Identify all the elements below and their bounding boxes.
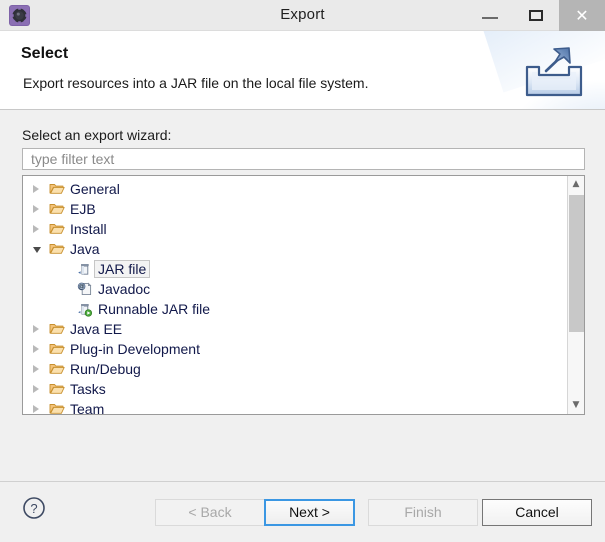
folder-icon <box>49 241 65 257</box>
page-title: Select <box>21 45 69 62</box>
tree-item-runnable-jar-file[interactable]: Runnable JAR file <box>23 299 564 319</box>
tree-item-label: Runnable JAR file <box>98 301 211 317</box>
folder-icon <box>49 361 65 377</box>
tree-item-label: Java EE <box>70 321 123 337</box>
twisty-collapsed-icon[interactable] <box>33 225 39 233</box>
folder-icon <box>49 341 65 357</box>
folder-icon <box>49 221 65 237</box>
twisty-collapsed-icon[interactable] <box>33 405 39 413</box>
twisty-collapsed-icon[interactable] <box>33 185 39 193</box>
tree-item-javadoc[interactable]: @ Javadoc <box>23 279 564 299</box>
wizard-body: Select an export wizard: General EJB Insta… <box>0 110 605 481</box>
svg-text:@: @ <box>79 285 85 291</box>
close-icon: ✕ <box>575 6 589 25</box>
help-question-icon[interactable]: ? <box>22 496 46 520</box>
twisty-expanded-icon[interactable] <box>33 247 41 253</box>
minimize-icon <box>482 17 498 19</box>
folder-icon <box>49 381 65 397</box>
filter-input[interactable] <box>22 148 585 170</box>
back-button[interactable]: < Back <box>155 499 265 526</box>
export-wizard-tree[interactable]: General EJB Install Java JAR file @ Javadoc Run… <box>22 175 585 415</box>
next-button[interactable]: Next > <box>264 499 355 526</box>
tree-item-plug-in-development[interactable]: Plug-in Development <box>23 339 564 359</box>
cancel-button[interactable]: Cancel <box>482 499 592 526</box>
tree-item-team[interactable]: Team <box>23 399 564 415</box>
tree-item-tasks[interactable]: Tasks <box>23 379 564 399</box>
tree-item-ejb[interactable]: EJB <box>23 199 564 219</box>
wizard-header: Select Export resources into a JAR file … <box>0 31 605 110</box>
tree-items-container: General EJB Install Java JAR file @ Javadoc Run… <box>23 179 564 415</box>
tree-item-java-ee[interactable]: Java EE <box>23 319 564 339</box>
tree-vertical-scrollbar[interactable]: ▲ ▼ <box>567 176 584 414</box>
export-wizard-dialog: Export ✕ Select Export resources into a … <box>0 0 605 542</box>
tree-item-label: Tasks <box>70 381 106 397</box>
finish-button[interactable]: Finish <box>368 499 478 526</box>
tree-item-jar-file[interactable]: JAR file <box>23 259 564 279</box>
tree-item-label: JAR file <box>94 260 151 278</box>
twisty-collapsed-icon[interactable] <box>33 205 39 213</box>
twisty-collapsed-icon[interactable] <box>33 385 39 393</box>
jar-file-icon <box>77 261 93 277</box>
twisty-collapsed-icon[interactable] <box>33 345 39 353</box>
select-wizard-label: Select an export wizard: <box>22 127 172 143</box>
tree-item-java[interactable]: Java <box>23 239 564 259</box>
folder-icon <box>49 201 65 217</box>
minimize-button[interactable] <box>467 0 513 31</box>
runnable-jar-icon <box>77 301 93 317</box>
chevron-down-icon[interactable]: ▼ <box>568 397 584 414</box>
javadoc-icon: @ <box>77 281 93 297</box>
tree-item-run-debug[interactable]: Run/Debug <box>23 359 564 379</box>
page-description: Export resources into a JAR file on the … <box>23 75 369 91</box>
maximize-icon <box>529 10 543 21</box>
tree-item-install[interactable]: Install <box>23 219 564 239</box>
folder-icon <box>49 321 65 337</box>
twisty-collapsed-icon[interactable] <box>33 365 39 373</box>
dialog-footer: ? < Back Next > Finish Cancel <box>0 481 605 542</box>
tree-item-general[interactable]: General <box>23 179 564 199</box>
tree-item-label: Javadoc <box>98 281 151 297</box>
tree-item-label: EJB <box>70 201 96 217</box>
tree-item-label: Team <box>70 401 105 415</box>
close-button[interactable]: ✕ <box>559 0 605 31</box>
folder-icon <box>49 401 65 414</box>
tree-item-label: Install <box>70 221 107 237</box>
tree-item-label: Run/Debug <box>70 361 141 377</box>
tree-item-label: Plug-in Development <box>70 341 200 357</box>
twisty-collapsed-icon[interactable] <box>33 325 39 333</box>
tree-item-label: General <box>70 181 120 197</box>
chevron-up-icon[interactable]: ▲ <box>568 176 584 193</box>
export-arrow-icon <box>524 46 584 98</box>
scrollbar-thumb[interactable] <box>569 195 584 332</box>
svg-text:?: ? <box>30 501 37 516</box>
tree-item-label: Java <box>70 241 100 257</box>
title-bar: Export ✕ <box>0 0 605 31</box>
banner-artwork <box>481 31 605 109</box>
maximize-button[interactable] <box>513 0 559 31</box>
folder-icon <box>49 181 65 197</box>
